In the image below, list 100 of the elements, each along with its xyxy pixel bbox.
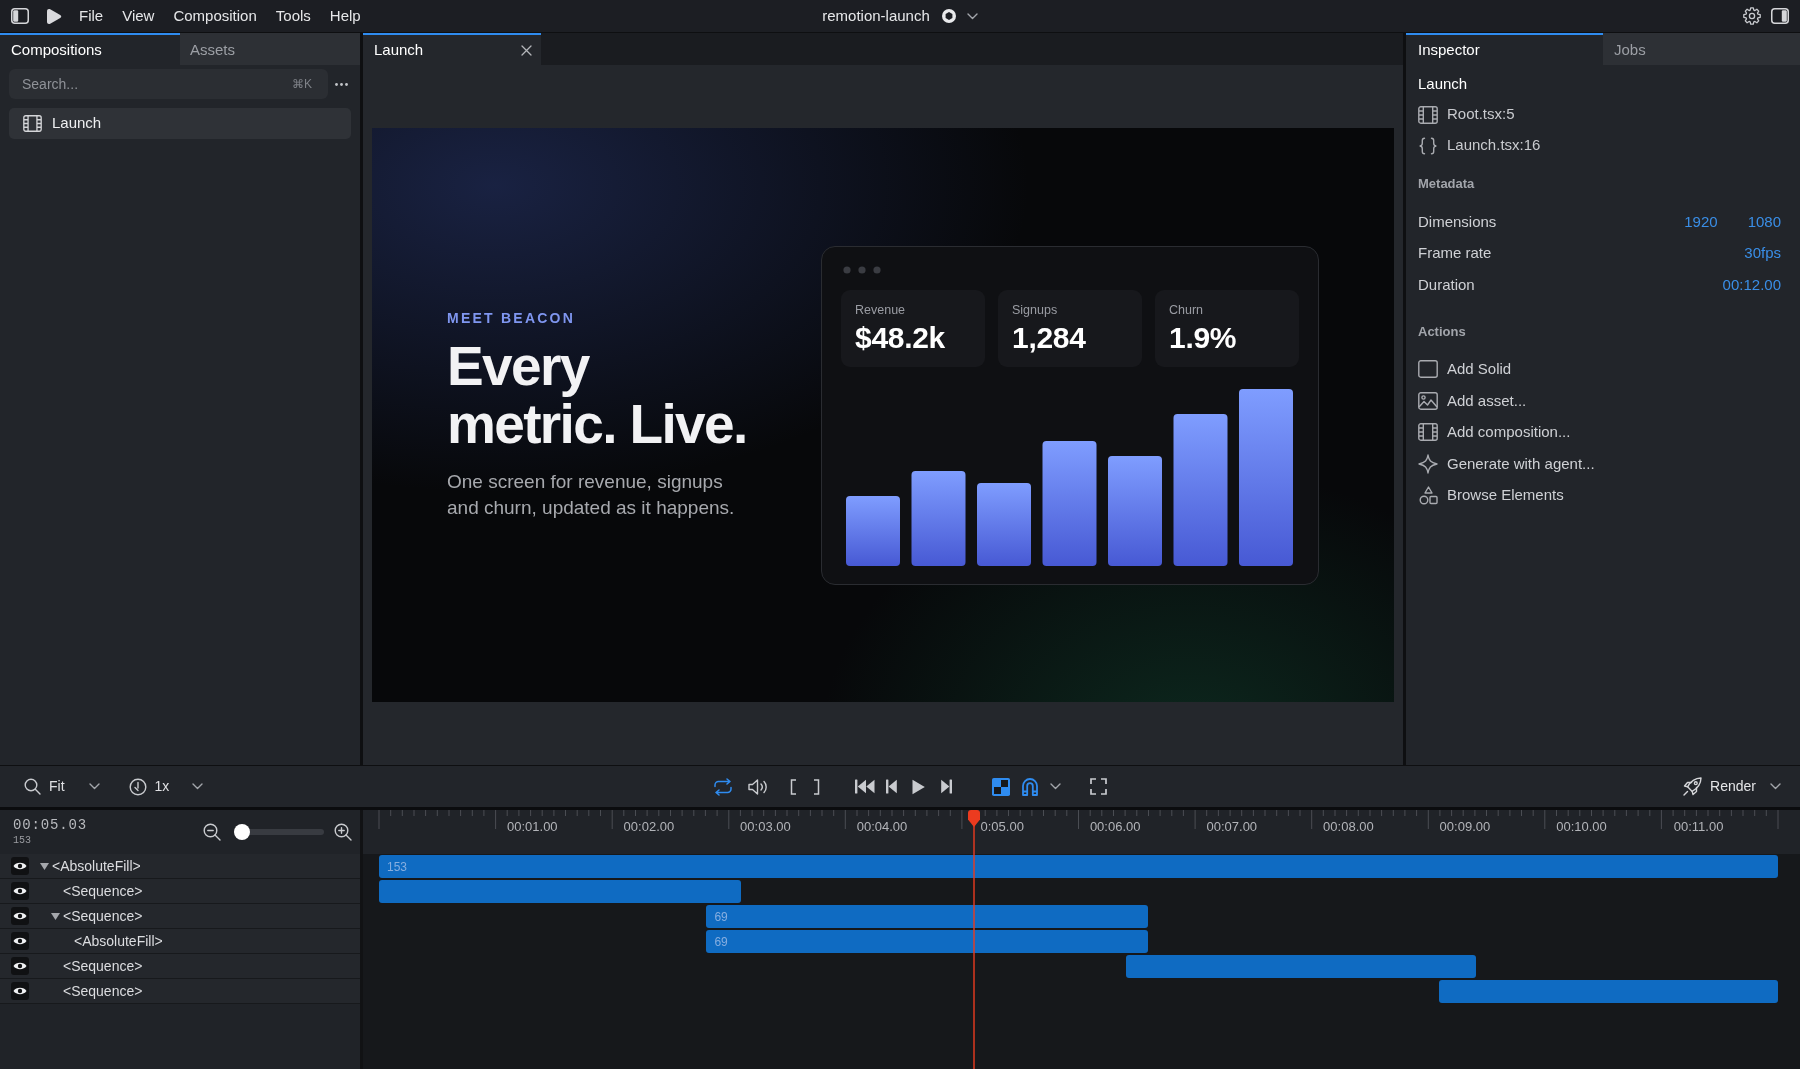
- layer-name[interactable]: <Sequence>: [63, 982, 143, 1000]
- eye-icon[interactable]: [11, 982, 29, 1000]
- close-icon[interactable]: [521, 44, 532, 56]
- rocket-icon: [1683, 777, 1703, 796]
- zoom-in-icon[interactable]: [334, 823, 352, 841]
- layer-name[interactable]: <AbsoluteFill>: [52, 857, 141, 875]
- stat-label: Revenue: [855, 301, 907, 318]
- eye-icon[interactable]: [11, 957, 29, 975]
- action-item[interactable]: Add Solid: [1447, 358, 1512, 381]
- time-label: 00:03.00: [740, 819, 791, 835]
- project-title: remotion-launch: [822, 6, 930, 26]
- film-icon: [1418, 105, 1438, 124]
- render-button[interactable]: Render: [1683, 776, 1756, 797]
- timecode: 00:05.03: [13, 817, 88, 834]
- panel-tab[interactable]: Assets: [180, 33, 360, 65]
- time-label: 00:01.00: [507, 819, 558, 835]
- film-icon: [23, 115, 42, 132]
- stat-label: Signups: [1012, 301, 1059, 318]
- time-label: 00:06.00: [1089, 819, 1141, 835]
- skip-to-start-icon[interactable]: [855, 779, 875, 794]
- inspector-title: Launch: [1418, 74, 1469, 94]
- time-label: 00:10.00: [1556, 819, 1607, 835]
- sidebar-toggle-icon[interactable]: [1771, 8, 1789, 24]
- playhead[interactable]: [967, 810, 980, 1069]
- editor-tab[interactable]: Launch: [363, 33, 541, 65]
- action-item[interactable]: Add asset...: [1447, 389, 1527, 412]
- eye-icon[interactable]: [11, 857, 29, 875]
- stat-value: 1.9%: [1169, 321, 1238, 354]
- metadata-label: Frame rate: [1418, 243, 1492, 263]
- time-label: 00:04.00: [856, 819, 908, 835]
- frame-number: 153: [13, 834, 32, 847]
- menu-item[interactable]: Help: [329, 6, 361, 26]
- shortcut-hint: ⌘K: [292, 76, 312, 92]
- eye-icon[interactable]: [11, 932, 29, 950]
- time-label: 00:09.00: [1439, 819, 1491, 835]
- checkerboard-icon[interactable]: [992, 777, 1010, 796]
- clock-icon: [128, 777, 147, 796]
- zoom-out-icon[interactable]: [203, 823, 221, 841]
- loop-icon[interactable]: [713, 777, 733, 796]
- menu-item[interactable]: Composition: [173, 6, 257, 26]
- eyebrow-text: MEET BEACON: [447, 309, 577, 327]
- eye-icon[interactable]: [11, 907, 29, 925]
- caret-icon[interactable]: [50, 912, 60, 920]
- metadata-label: Duration: [1418, 274, 1475, 295]
- layer-name[interactable]: <AbsoluteFill>: [74, 932, 163, 950]
- speed-dropdown[interactable]: 1x: [128, 776, 204, 797]
- panel-tab[interactable]: Jobs: [1603, 33, 1800, 65]
- stat-value: $48.2k: [855, 321, 946, 354]
- metadata-label: Dimensions: [1418, 211, 1497, 232]
- eye-icon[interactable]: [11, 882, 29, 900]
- logo-icon: [46, 7, 62, 25]
- metadata-value[interactable]: 00:12.00: [1722, 273, 1781, 296]
- time-label: 00:08.00: [1323, 819, 1374, 835]
- action-item[interactable]: Generate with agent...: [1447, 452, 1595, 475]
- fullscreen-icon[interactable]: [1090, 778, 1107, 795]
- section-heading: Metadata: [1418, 175, 1476, 193]
- stat-value: 1,284: [1012, 321, 1087, 354]
- caret-icon[interactable]: [192, 783, 204, 790]
- source-link[interactable]: Root.tsx:5: [1447, 103, 1515, 126]
- metadata-value[interactable]: 1080: [1747, 210, 1781, 233]
- time-label: 00:11.00: [1673, 819, 1724, 835]
- layer-name[interactable]: <Sequence>: [63, 882, 143, 900]
- play-icon[interactable]: [912, 778, 925, 795]
- image-icon: [1418, 391, 1438, 410]
- braces-icon: [1418, 136, 1438, 155]
- caret-icon[interactable]: [1770, 783, 1781, 790]
- list-item[interactable]: Launch: [9, 108, 351, 139]
- time-label: 00:07.00: [1206, 819, 1258, 835]
- step-back-icon[interactable]: [886, 779, 897, 794]
- layer-name[interactable]: <Sequence>: [63, 957, 143, 975]
- more-icon[interactable]: [335, 82, 348, 86]
- menu-item[interactable]: File: [79, 6, 104, 26]
- section-heading: Actions: [1418, 322, 1467, 341]
- action-item[interactable]: Browse Elements: [1447, 484, 1564, 507]
- caret-icon[interactable]: [39, 862, 49, 870]
- menu-item[interactable]: Tools: [275, 6, 311, 26]
- headline: Every metric. Live.: [447, 337, 748, 453]
- chevron-down-icon[interactable]: [966, 12, 978, 20]
- step-forward-icon[interactable]: [941, 779, 952, 794]
- settings-icon[interactable]: [1743, 7, 1761, 25]
- source-link[interactable]: Launch.tsx:16: [1447, 134, 1541, 157]
- caret-icon[interactable]: [1050, 783, 1061, 790]
- metadata-value[interactable]: 1920: [1684, 210, 1718, 233]
- search-icon: [24, 778, 41, 795]
- in-point-icon[interactable]: [790, 778, 797, 795]
- metadata-value[interactable]: 30fps: [1744, 242, 1781, 265]
- caret-icon[interactable]: [88, 783, 100, 790]
- shapes-icon: [1418, 485, 1438, 505]
- magnet-icon[interactable]: [1021, 777, 1039, 796]
- action-item[interactable]: Add composition...: [1447, 421, 1571, 444]
- out-point-icon[interactable]: [813, 778, 820, 795]
- hexagon-badge-icon: [941, 9, 956, 23]
- layer-name[interactable]: <Sequence>: [63, 907, 143, 925]
- square-icon: [1418, 360, 1438, 379]
- zoom-dropdown[interactable]: Fit: [24, 776, 100, 797]
- menu-item[interactable]: View: [122, 6, 155, 26]
- sidebar-toggle-icon[interactable]: [11, 8, 29, 24]
- volume-icon[interactable]: [748, 777, 769, 796]
- slider-thumb[interactable]: [234, 824, 250, 840]
- film-icon: [1418, 423, 1438, 442]
